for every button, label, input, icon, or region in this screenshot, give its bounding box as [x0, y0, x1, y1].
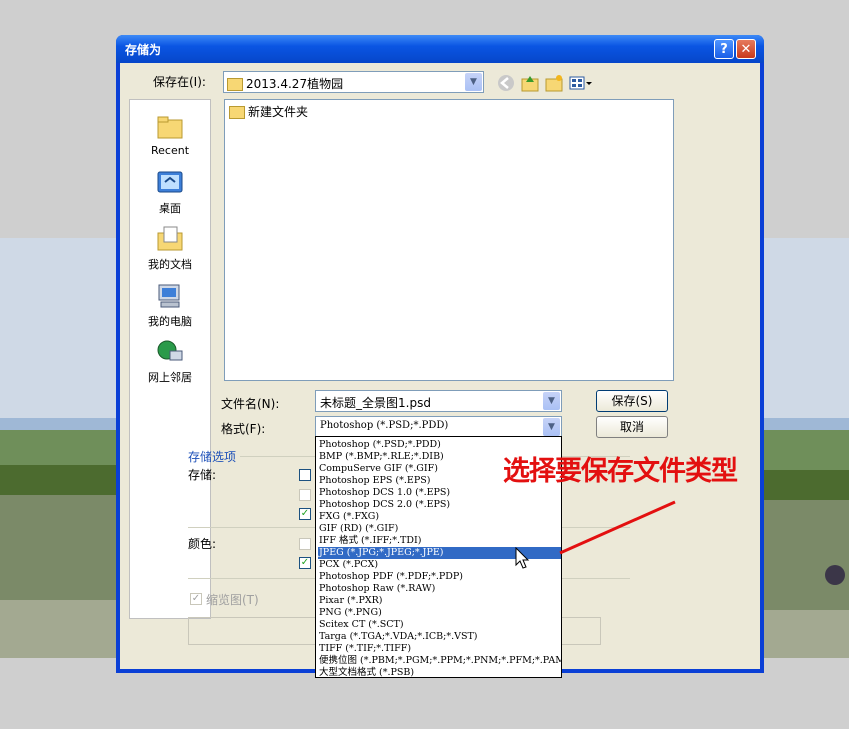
place-desktop[interactable]: 桌面: [130, 168, 210, 216]
list-item[interactable]: Photoshop DCS 1.0 (*.EPS): [318, 487, 561, 499]
filename-input[interactable]: 未标题_全景图1.psd ▼: [315, 390, 562, 412]
new-folder-icon[interactable]: [544, 73, 564, 93]
format-label: 格式(F):: [221, 422, 266, 436]
list-item[interactable]: 便携位图 (*.PBM;*.PGM;*.PPM;*.PNM;*.PFM;*.PA…: [318, 655, 561, 667]
folder-icon: [229, 106, 245, 119]
save-in-combo[interactable]: 2013.4.27植物园 ▼: [223, 71, 484, 93]
chevron-down-icon[interactable]: ▼: [465, 73, 482, 91]
list-item[interactable]: PNG (*.PNG): [318, 607, 561, 619]
my-computer-icon: [158, 284, 180, 308]
network-icon: [157, 340, 183, 361]
chevron-down-icon[interactable]: ▼: [543, 418, 560, 436]
list-item[interactable]: Pixar (*.PXR): [318, 595, 561, 607]
place-label: 我的电脑: [148, 315, 192, 328]
folder-icon: [227, 78, 243, 91]
annotation-text: 选择要保存文件类型: [503, 456, 738, 487]
list-item[interactable]: 大型文档格式 (*.PSB): [318, 667, 561, 677]
list-item[interactable]: Photoshop Raw (*.RAW): [318, 583, 561, 595]
up-folder-icon[interactable]: [520, 73, 540, 93]
back-icon[interactable]: [496, 73, 516, 93]
chevron-down-icon[interactable]: ▼: [543, 392, 560, 410]
desktop-icon: [157, 171, 183, 193]
title-bar: 存储为 ? ✕: [116, 35, 764, 63]
list-item[interactable]: Photoshop PDF (*.PDF;*.PDP): [318, 571, 561, 583]
save-button[interactable]: 保存(S): [596, 390, 668, 412]
view-menu-icon[interactable]: [568, 73, 594, 93]
thumbnail-label: 缩览图(T): [206, 593, 259, 607]
save-label: 存储:: [188, 468, 217, 482]
thumbnail-checkbox: ✓: [190, 593, 202, 605]
place-my-computer[interactable]: 我的电脑: [130, 281, 210, 329]
list-item[interactable]: Photoshop DCS 2.0 (*.EPS): [318, 499, 561, 511]
place-network[interactable]: 网上邻居: [130, 337, 210, 385]
list-item[interactable]: GIF (RD) (*.GIF): [318, 523, 561, 535]
close-button[interactable]: ✕: [736, 39, 756, 59]
save-in-value: 2013.4.27植物园: [246, 77, 344, 91]
file-list[interactable]: 新建文件夹: [224, 99, 674, 381]
save-options-group-title: 存储选项: [188, 450, 237, 464]
format-value: Photoshop (*.PSD;*.PDD): [320, 420, 449, 431]
list-item[interactable]: 新建文件夹: [229, 103, 308, 120]
checkbox[interactable]: [299, 469, 311, 481]
place-label: 桌面: [159, 202, 181, 215]
place-my-documents[interactable]: 我的文档: [130, 224, 210, 272]
dialog-title: 存储为: [125, 43, 162, 57]
place-recent[interactable]: Recent: [130, 112, 210, 157]
cancel-button[interactable]: 取消: [596, 416, 668, 438]
place-label: 网上邻居: [148, 371, 192, 384]
filename-label: 文件名(N):: [221, 397, 280, 411]
save-in-label: 保存在(I):: [153, 75, 206, 89]
format-select[interactable]: Photoshop (*.PSD;*.PDD) ▼: [315, 416, 562, 438]
help-button[interactable]: ?: [714, 39, 734, 59]
checkbox: [299, 489, 311, 501]
place-label: Recent: [150, 144, 190, 157]
list-item[interactable]: FXG (*.FXG): [318, 511, 561, 523]
recent-folder-icon: [157, 116, 183, 139]
my-documents-icon: [157, 226, 183, 251]
color-label: 颜色:: [188, 537, 217, 551]
checkbox[interactable]: ✓: [299, 508, 311, 520]
filename-value: 未标题_全景图1.psd: [320, 396, 431, 410]
place-label: 我的文档: [148, 258, 192, 271]
list-item[interactable]: Scitex CT (*.SCT): [318, 619, 561, 631]
checkbox[interactable]: ✓: [299, 557, 311, 569]
folder-name: 新建文件夹: [248, 105, 309, 119]
mouse-cursor-icon: [515, 547, 530, 569]
list-item[interactable]: IFF 格式 (*.IFF;*.TDI): [318, 535, 561, 547]
list-item[interactable]: TIFF (*.TIF;*.TIFF): [318, 643, 561, 655]
list-item[interactable]: Targa (*.TGA;*.VDA;*.ICB;*.VST): [318, 631, 561, 643]
checkbox: [299, 538, 311, 550]
